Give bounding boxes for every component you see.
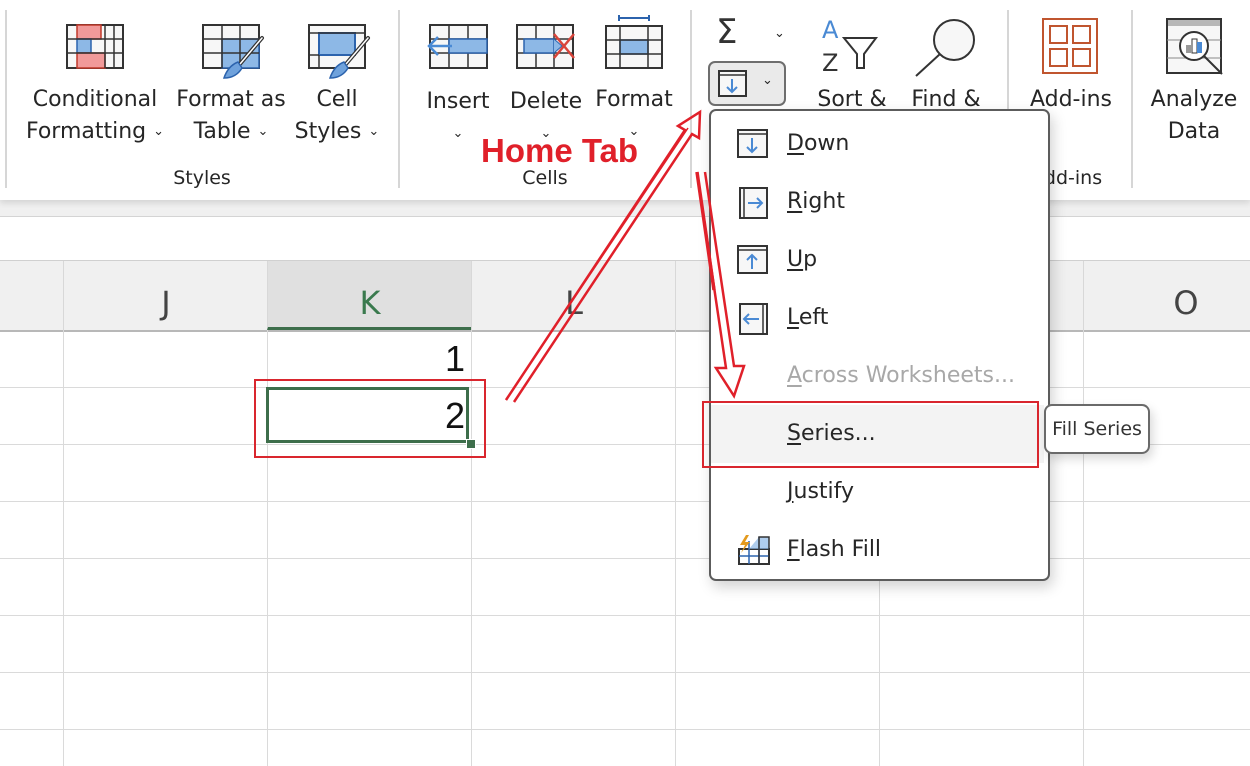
column-header-k[interactable]: K — [267, 261, 472, 330]
cell-styles-label: Cell Styles ⌄ — [294, 87, 380, 144]
menu-item-label: Across Worksheets... — [787, 363, 1015, 388]
grid-line — [0, 729, 1250, 730]
grid-line — [0, 672, 1250, 673]
grid-line — [63, 330, 64, 766]
formula-bar-area[interactable] — [0, 217, 1250, 261]
grid-line — [0, 387, 1250, 388]
format-as-table-label: Format as Table ⌄ — [176, 87, 286, 144]
chevron-down-icon: ⌄ — [762, 73, 773, 88]
menu-item-label: Left — [787, 305, 829, 330]
format-cells-icon — [605, 15, 663, 69]
add-ins-button[interactable]: Add-ins — [1024, 16, 1118, 116]
menu-item-justify[interactable]: Justify — [711, 463, 1044, 521]
group-separator — [1131, 10, 1133, 188]
svg-text:A: A — [822, 16, 839, 44]
annotation-highlight-cell — [254, 379, 486, 458]
column-header-j[interactable]: J — [63, 261, 268, 330]
annotation-home-tab-label: Home Tab — [481, 132, 639, 169]
fill-icon — [718, 70, 747, 97]
fill-down-icon — [737, 129, 768, 158]
delete-button[interactable]: Delete ⌄ — [506, 18, 586, 148]
grid-line — [0, 615, 1250, 616]
group-separator — [690, 10, 692, 188]
grid-line — [0, 501, 1250, 502]
conditional-formatting-button[interactable]: Conditional Formatting ⌄ — [20, 18, 170, 153]
analyze-data-icon — [1166, 18, 1223, 75]
fill-dropdown-menu: Down Right Up Left Across Worksheets... … — [709, 109, 1050, 581]
format-as-table-button[interactable]: Format as Table ⌄ — [172, 18, 290, 153]
menu-item-up[interactable]: Up — [711, 231, 1044, 289]
group-label-styles: Styles — [173, 167, 231, 189]
analyze-data-label: Analyze Data — [1150, 87, 1238, 144]
chevron-down-icon: ⌄ — [774, 26, 785, 41]
autosum-icon: Σ — [716, 12, 738, 52]
find-select-icon — [915, 19, 975, 77]
column-header-o[interactable]: O — [1083, 261, 1250, 330]
menu-item-label: Justify — [787, 479, 855, 504]
analyze-data-button[interactable]: Analyze Data — [1146, 16, 1242, 151]
find-select-button[interactable]: Find & — [904, 16, 988, 116]
chevron-down-icon: ⌄ — [153, 124, 165, 139]
format-as-table-icon — [202, 24, 264, 79]
fill-right-icon — [739, 187, 768, 219]
conditional-formatting-icon — [66, 24, 124, 69]
menu-item-right[interactable]: Right — [711, 173, 1044, 231]
cell-styles-icon — [308, 24, 370, 79]
tooltip-fill-series: Fill Series — [1044, 404, 1150, 454]
insert-cells-icon — [427, 24, 488, 69]
menu-item-across-worksheets: Across Worksheets... — [711, 347, 1044, 405]
group-separator — [5, 10, 7, 188]
grid-line — [0, 558, 1250, 559]
fill-up-icon — [737, 245, 768, 274]
group-label-cells: Cells — [522, 167, 568, 189]
cell-k1[interactable]: 1 — [267, 338, 465, 380]
annotation-highlight-series — [702, 401, 1039, 468]
menu-item-label: Flash Fill — [787, 537, 882, 562]
fill-button[interactable]: ⌄ — [708, 61, 786, 106]
format-button[interactable]: Format ⌄ — [594, 12, 674, 148]
chevron-down-icon: ⌄ — [257, 124, 269, 139]
menu-item-label: Up — [787, 247, 818, 272]
column-headers: J K L O — [0, 261, 1250, 332]
delete-cells-icon — [516, 24, 575, 69]
insert-button[interactable]: Insert ⌄ — [418, 18, 498, 148]
cell-styles-button[interactable]: Cell Styles ⌄ — [292, 18, 382, 153]
menu-item-label: Right — [787, 189, 845, 214]
menu-item-label: Down — [787, 131, 850, 156]
grid-line — [1083, 330, 1084, 766]
add-ins-icon — [1042, 18, 1098, 74]
autosum-button[interactable]: Σ ⌄ — [712, 12, 792, 54]
sort-filter-icon: A Z — [822, 16, 878, 74]
sort-filter-button[interactable]: A Z Sort & — [810, 16, 894, 116]
menu-item-left[interactable]: Left — [711, 289, 1044, 347]
column-header-l[interactable]: L — [471, 261, 676, 330]
grid-line — [675, 330, 676, 766]
menu-item-down[interactable]: Down — [711, 115, 1044, 173]
svg-text:Z: Z — [822, 49, 838, 74]
menu-item-flash-fill[interactable]: Flash Fill — [711, 521, 1044, 579]
fill-left-icon — [739, 303, 768, 335]
ribbon: Conditional Formatting ⌄ Format as Table… — [0, 0, 1250, 200]
ribbon-shadow-band — [0, 200, 1250, 217]
chevron-down-icon: ⌄ — [368, 124, 380, 139]
conditional-formatting-label: Conditional Formatting ⌄ — [25, 87, 165, 144]
flash-fill-icon — [738, 535, 770, 565]
group-separator — [398, 10, 400, 188]
